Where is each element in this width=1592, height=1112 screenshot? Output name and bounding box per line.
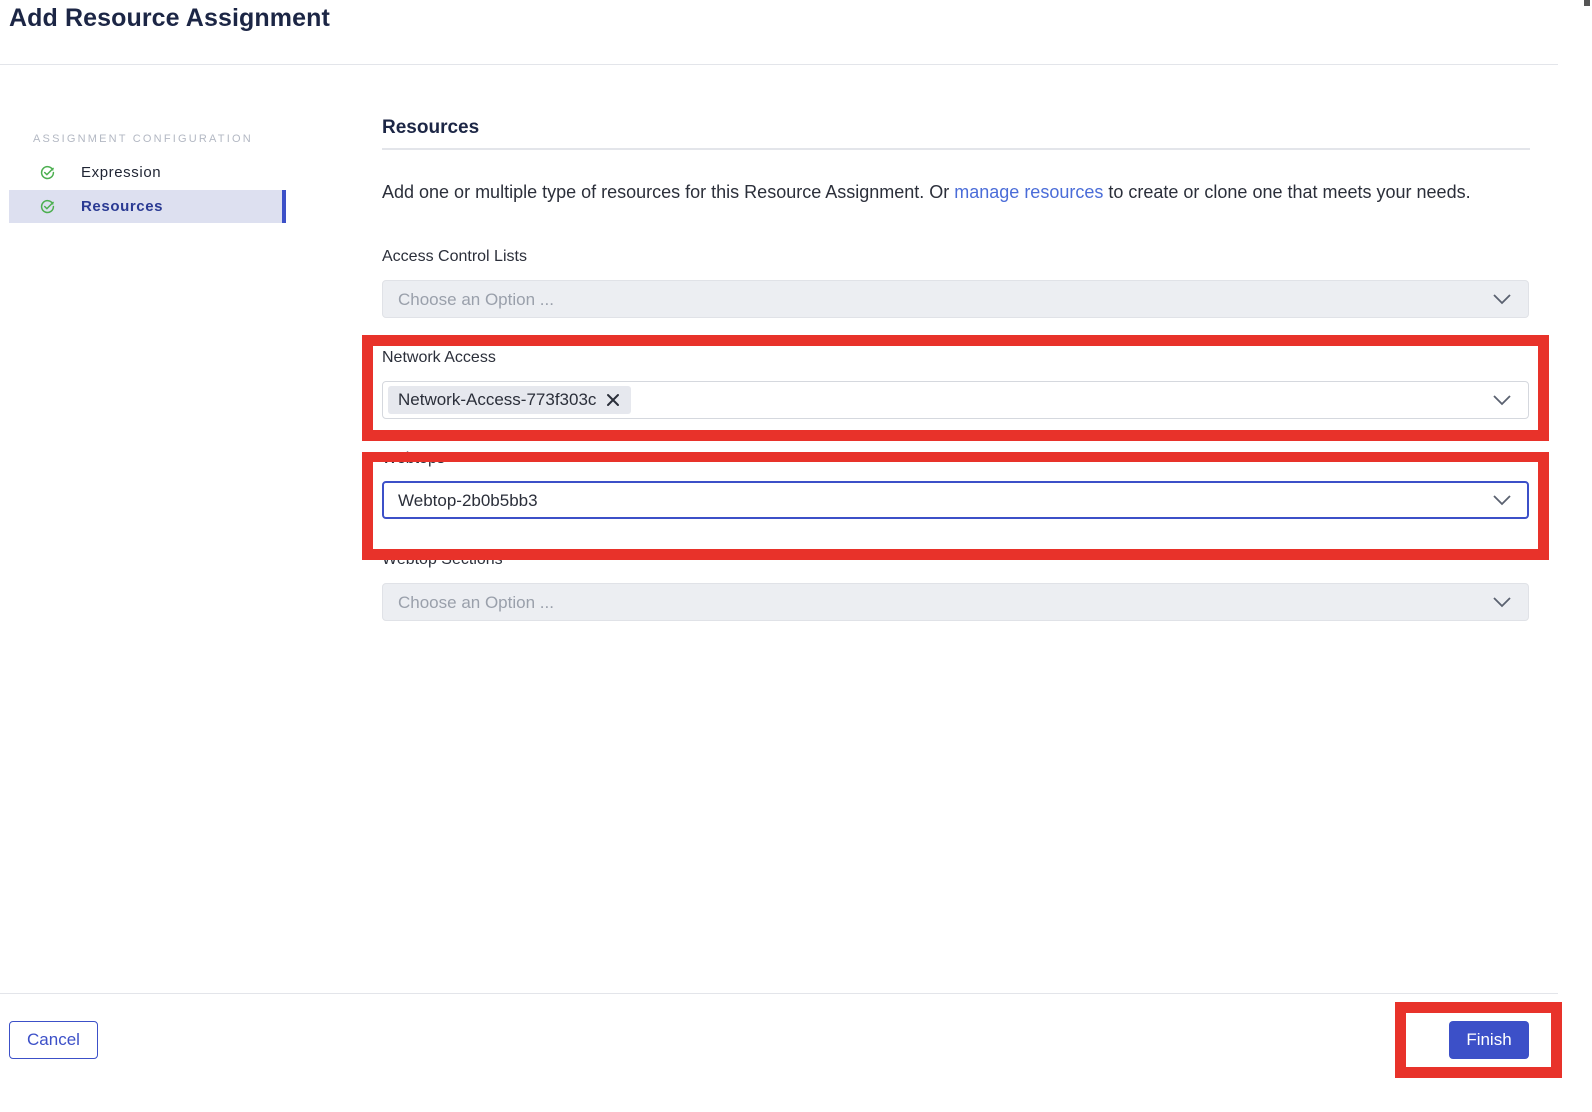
page-title: Add Resource Assignment — [9, 4, 330, 32]
intro-text-after: to create or clone one that meets your n… — [1103, 182, 1471, 202]
network-access-highlight — [362, 335, 1549, 441]
webtop-sections-select[interactable]: Choose an Option ... — [382, 583, 1529, 621]
sidebar-item-label: Expression — [81, 164, 162, 181]
section-divider — [382, 148, 1530, 150]
sidebar-item-resources[interactable]: Resources — [9, 190, 286, 223]
sidebar-item-label: Resources — [81, 198, 164, 215]
intro-text: Add one or multiple type of resources fo… — [382, 181, 1530, 203]
intro-text-before: Add one or multiple type of resources fo… — [382, 182, 955, 202]
sidebar-item-expression[interactable]: Expression — [9, 156, 286, 189]
check-circle-icon — [40, 165, 55, 180]
webtops-highlight — [362, 452, 1549, 560]
acl-select[interactable]: Choose an Option ... — [382, 280, 1529, 318]
acl-label: Access Control Lists — [382, 248, 527, 265]
finish-highlight — [1395, 1002, 1562, 1078]
footer-divider — [0, 993, 1558, 994]
section-title: Resources — [382, 117, 480, 138]
manage-resources-link[interactable]: manage resources — [954, 182, 1103, 202]
header-divider — [0, 64, 1558, 65]
acl-placeholder: Choose an Option ... — [398, 290, 554, 309]
scrollbar-corner — [1584, 0, 1590, 6]
cancel-button[interactable]: Cancel — [9, 1021, 98, 1059]
chevron-down-icon — [1493, 294, 1511, 305]
webtop-sections-placeholder: Choose an Option ... — [398, 593, 554, 612]
chevron-down-icon — [1493, 597, 1511, 608]
check-circle-icon — [40, 199, 55, 214]
sidebar-heading: ASSIGNMENT CONFIGURATION — [33, 133, 253, 145]
